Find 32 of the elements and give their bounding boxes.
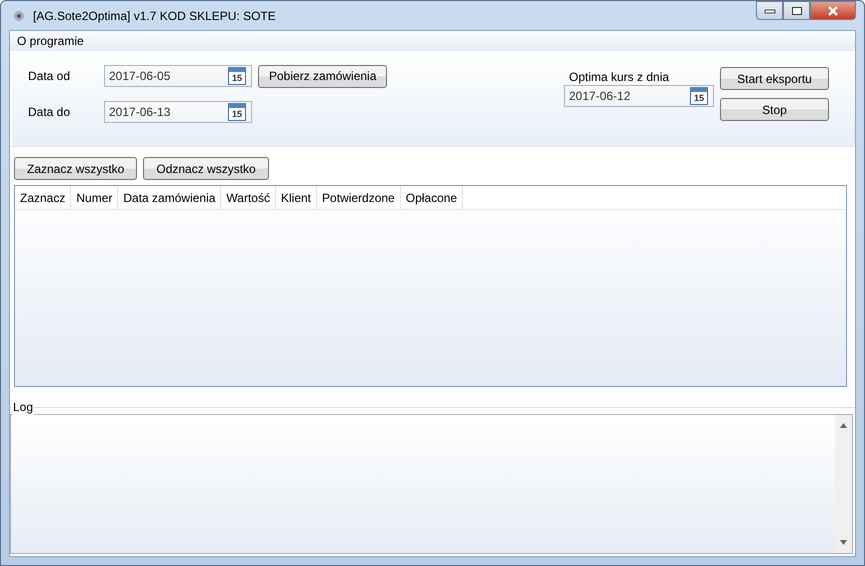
- scrollbar[interactable]: [835, 415, 852, 553]
- column-header[interactable]: Wartość: [221, 186, 276, 209]
- maximize-icon: [790, 6, 802, 16]
- column-header[interactable]: Numer: [71, 186, 118, 209]
- date-from-picker[interactable]: 2017-06-05 15: [104, 65, 252, 87]
- close-icon: [826, 4, 840, 16]
- column-header[interactable]: Data zamówienia: [118, 186, 222, 209]
- date-from-label: Data od: [28, 69, 72, 83]
- export-button[interactable]: Stop: [720, 98, 829, 121]
- window-title: [AG.Sote2Optima] v1.7 KOD SKLEPU: SOTE: [33, 8, 276, 22]
- calendar-icon[interactable]: 15: [228, 103, 246, 121]
- date-to-label: Data do: [28, 105, 72, 119]
- fetch-orders-button[interactable]: Pobierz zamówienia: [258, 64, 388, 88]
- column-header[interactable]: Zaznacz: [15, 186, 72, 209]
- rate-date-label: Optima kurs z dnia: [568, 69, 670, 85]
- minimize-button[interactable]: [756, 1, 783, 20]
- calendar-icon[interactable]: 15: [690, 87, 708, 105]
- close-button[interactable]: [810, 1, 856, 20]
- calendar-icon[interactable]: 15: [228, 67, 246, 85]
- maximize-button[interactable]: [783, 1, 810, 20]
- minimize-icon: [764, 8, 776, 14]
- selection-button[interactable]: Odznacz wszystko: [143, 157, 269, 180]
- column-header[interactable]: Klient: [276, 186, 318, 209]
- export-button[interactable]: Start eksportu: [720, 67, 829, 90]
- rate-date-picker[interactable]: 2017-06-12 15: [564, 85, 714, 107]
- menu-item[interactable]: O programie: [12, 34, 89, 48]
- scroll-down-icon[interactable]: [840, 540, 847, 545]
- column-header[interactable]: Potwierdzone: [317, 186, 401, 209]
- date-to-picker[interactable]: 2017-06-13 15: [104, 101, 252, 123]
- selection-button[interactable]: Zaznacz wszystko: [14, 157, 138, 180]
- column-header[interactable]: Opłacone: [400, 186, 464, 209]
- scroll-up-icon[interactable]: [840, 423, 847, 428]
